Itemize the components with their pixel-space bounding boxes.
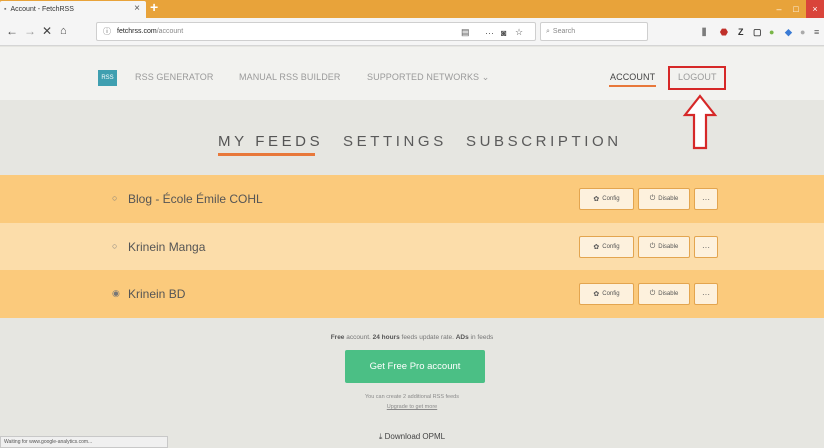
config-button[interactable]: ✿ Config: [579, 188, 634, 210]
plan-name: Free: [330, 334, 345, 341]
pocket-icon[interactable]: ◙: [501, 23, 506, 42]
annotation-up-arrow-icon: [682, 94, 718, 150]
maximize-button[interactable]: □: [788, 0, 804, 18]
browser-titlebar: ▪ Account - FetchRSS × + – □ ×: [0, 0, 824, 18]
menu-icon[interactable]: ≡: [814, 27, 819, 37]
browser-navbar: ← → ✕ ⌂ ⓘ fetchrss.com /account ▤ ··· ◙ …: [0, 18, 824, 46]
more-button[interactable]: ···: [694, 188, 718, 210]
gear-icon: ✿: [593, 244, 600, 251]
config-label: Config: [602, 196, 620, 202]
reader-view-icon[interactable]: ▤: [461, 23, 470, 42]
plan-text-2: feeds update rate.: [399, 334, 456, 341]
config-button[interactable]: ✿ Config: [579, 283, 634, 305]
nav-account[interactable]: ACCOUNT: [610, 72, 655, 82]
more-button[interactable]: ···: [694, 283, 718, 305]
my-feeds-active-underline: [218, 153, 315, 156]
account-active-underline: [609, 85, 656, 87]
nav-supported-networks[interactable]: SUPPORTED NETWORKS ⌄: [367, 72, 489, 83]
feed-name[interactable]: Blog - École Émile COHL: [128, 192, 263, 206]
config-button[interactable]: ✿ Config: [579, 236, 634, 258]
power-icon: ⏻: [649, 243, 656, 250]
feed-row: ◉ Krinein BD ✿ Config ⏻ Disable ···: [0, 270, 824, 318]
zotero-icon[interactable]: Z: [738, 27, 744, 37]
get-free-pro-button[interactable]: Get Free Pro account: [345, 350, 485, 383]
config-label: Config: [602, 244, 620, 250]
window-close-button[interactable]: ×: [806, 0, 824, 18]
url-host: fetchrss.com: [117, 28, 157, 35]
tab-favicon-icon: ▪: [4, 6, 7, 13]
upgrade-link-wrap: Upgrade to get more: [0, 404, 824, 410]
feed-name[interactable]: Krinein Manga: [128, 240, 205, 254]
disable-label: Disable: [658, 196, 679, 202]
search-placeholder: Search: [552, 28, 576, 35]
back-arrow-icon[interactable]: ←: [6, 24, 18, 38]
nav-rss-generator[interactable]: RSS GENERATOR: [135, 72, 213, 82]
tab-close-icon[interactable]: ×: [134, 3, 140, 14]
disable-label: Disable: [658, 291, 679, 297]
url-bar[interactable]: ⓘ fetchrss.com /account ▤ ··· ◙ ☆: [96, 22, 536, 41]
power-icon: ⏻: [649, 290, 656, 297]
extension-green-icon[interactable]: ●: [769, 27, 774, 37]
gear-icon: ✿: [593, 291, 600, 298]
feeds-remaining-note: You can create 2 additional RSS feeds: [365, 394, 459, 400]
extension-box-icon[interactable]: ▢: [753, 27, 762, 37]
logout-highlight-box: [668, 66, 726, 90]
plan-description: Free account. 24 hours feeds update rate…: [0, 334, 824, 341]
feed-row: ○ Krinein Manga ✿ Config ⏻ Disable ···: [0, 223, 824, 271]
disable-label: Disable: [658, 244, 679, 250]
tab-title: Account - FetchRSS: [10, 6, 74, 13]
minimize-button[interactable]: –: [771, 0, 787, 18]
browser-status-bar: Waiting for www.google-analytics.com...: [0, 436, 168, 448]
search-icon: ⌕: [546, 27, 550, 35]
plan-ads: ADs: [455, 334, 469, 341]
plan-rate: 24 hours: [372, 334, 400, 341]
disable-button[interactable]: ⏻ Disable: [638, 188, 690, 210]
feed-status-icon: ◉: [112, 288, 120, 298]
config-label: Config: [602, 291, 620, 297]
disable-button[interactable]: ⏻ Disable: [638, 283, 690, 305]
tab-my-feeds[interactable]: MY FEEDS: [218, 133, 323, 150]
close-icon[interactable]: ✕: [42, 24, 52, 38]
extension-gray-icon[interactable]: ●: [800, 27, 805, 37]
bookmark-star-icon[interactable]: ☆: [515, 23, 523, 42]
feed-name[interactable]: Krinein BD: [128, 287, 185, 301]
search-input[interactable]: ⌕ Search: [540, 22, 648, 41]
more-button[interactable]: ···: [694, 236, 718, 258]
account-footer: Free account. 24 hours feeds update rate…: [0, 318, 824, 448]
adblock-icon[interactable]: ⬣: [720, 27, 728, 37]
feed-status-icon: ○: [112, 193, 118, 203]
nav-manual-rss-builder[interactable]: MANUAL RSS BUILDER: [239, 72, 341, 82]
feed-status-icon: ○: [112, 241, 118, 251]
gear-icon: ✿: [593, 196, 600, 203]
disable-button[interactable]: ⏻ Disable: [638, 236, 690, 258]
browser-tab[interactable]: ▪ Account - FetchRSS ×: [0, 1, 146, 18]
power-icon: ⏻: [649, 195, 656, 202]
upgrade-link[interactable]: Upgrade to get more: [387, 404, 437, 410]
forward-arrow-icon[interactable]: →: [24, 24, 36, 38]
library-icon[interactable]: ⫼: [702, 27, 706, 37]
tab-subscription[interactable]: SUBSCRIPTION: [466, 133, 622, 150]
info-icon[interactable]: ⓘ: [103, 26, 111, 37]
tab-settings[interactable]: SETTINGS: [343, 133, 447, 150]
home-icon[interactable]: ⌂: [60, 24, 67, 38]
plan-text-1: account.: [344, 334, 373, 341]
extension-badge-icon[interactable]: ◆: [785, 27, 792, 37]
fetchrss-logo[interactable]: RSS: [98, 70, 117, 86]
plan-text-3: in feeds: [468, 334, 494, 341]
new-tab-button[interactable]: +: [150, 0, 158, 15]
feed-row: ○ Blog - École Émile COHL ✿ Config ⏻ Disab…: [0, 175, 824, 223]
url-path: /account: [156, 28, 184, 35]
page-actions-icon[interactable]: ···: [485, 23, 494, 42]
